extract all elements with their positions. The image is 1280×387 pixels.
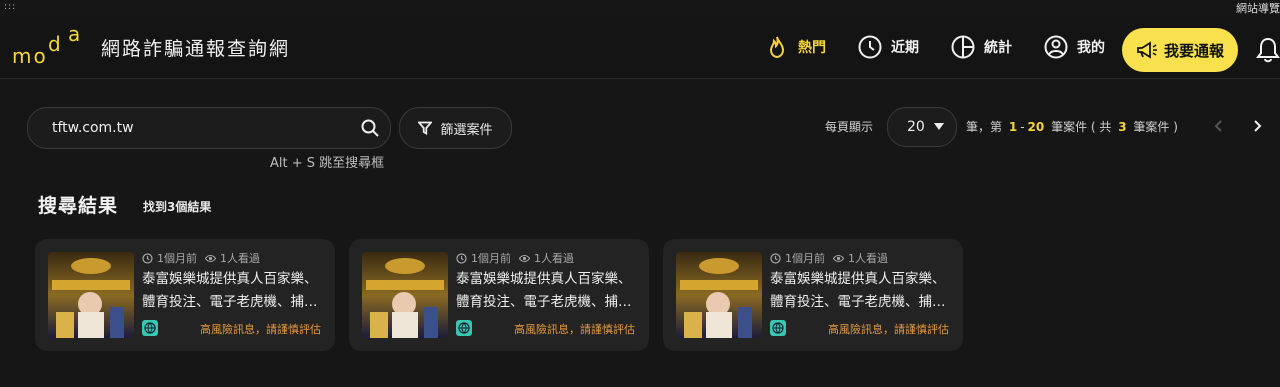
nav-mine-label: 我的	[1077, 40, 1105, 56]
card-views: 1人看過	[848, 252, 888, 265]
risk-warning: 高風險訊息，請謹慎評估	[514, 323, 635, 336]
result-range: 筆，第 1-20 筆案件 ( 共 3 筆案件 )	[966, 118, 1178, 135]
globe-icon	[142, 320, 158, 336]
search-icon[interactable]	[360, 118, 380, 138]
range-end: 20	[1027, 120, 1045, 134]
report-button-label: 我要通報	[1163, 41, 1224, 60]
nav-recent-label: 近期	[891, 40, 919, 56]
range-suffix: 筆案件 )	[1133, 120, 1178, 134]
globe-icon	[456, 320, 472, 336]
card-title[interactable]: 泰富娛樂城提供真人百家樂、體育投注、電子老虎機、捕…	[142, 268, 322, 314]
case-thumbnail	[676, 252, 762, 338]
range-mid: 筆案件 ( 共	[1051, 120, 1112, 134]
per-page-select[interactable]: 20	[887, 107, 957, 147]
range-total: 3	[1118, 120, 1127, 134]
result-card[interactable]: 1個月前 1人看過 泰富娛樂城提供真人百家樂、體育投注、電子老虎機、捕… 高風險…	[663, 239, 963, 351]
clock-icon	[858, 35, 882, 59]
bell-icon[interactable]	[1255, 36, 1280, 64]
filter-button-label: 篩選案件	[440, 122, 493, 138]
svg-text:a: a	[68, 25, 80, 46]
prev-page-icon[interactable]	[1212, 119, 1226, 133]
menu-dots-icon[interactable]: :::	[4, 2, 16, 12]
nav-stats[interactable]: 統計	[950, 28, 1012, 66]
moda-logo[interactable]: mo d a	[12, 25, 90, 71]
case-thumbnail	[362, 252, 448, 338]
caret-down-icon	[934, 123, 944, 130]
risk-warning: 高風險訊息，請謹慎評估	[200, 323, 321, 336]
range-start: 1	[1008, 120, 1018, 134]
card-title[interactable]: 泰富娛樂城提供真人百家樂、體育投注、電子老虎機、捕…	[770, 268, 950, 314]
search-input[interactable]	[50, 117, 354, 139]
nav-hot-label: 熱門	[798, 40, 826, 56]
megaphone-icon	[1137, 41, 1157, 59]
site-header: mo d a 網路詐騙通報查詢網 熱門 近期 統計 我的 我要通報	[0, 16, 1280, 79]
svg-text:d: d	[48, 32, 61, 56]
clock-icon	[456, 252, 467, 264]
per-page-label: 每頁顯示	[825, 120, 874, 134]
pie-chart-icon	[951, 35, 975, 59]
clock-icon	[770, 252, 781, 264]
nav-stats-label: 統計	[984, 40, 1012, 56]
results-title: 搜尋結果	[38, 195, 119, 217]
card-views: 1人看過	[534, 252, 574, 265]
next-page-icon[interactable]	[1250, 119, 1264, 133]
filter-icon	[418, 121, 433, 135]
range-dash: -	[1020, 120, 1025, 134]
case-thumbnail	[48, 252, 134, 338]
clock-icon	[142, 252, 153, 264]
results-count: 找到3個結果	[143, 200, 212, 214]
filter-button[interactable]: 篩選案件	[399, 107, 512, 149]
report-button[interactable]: 我要通報	[1122, 28, 1238, 72]
nav-mine[interactable]: 我的	[1043, 28, 1105, 66]
risk-warning: 高風險訊息，請謹慎評估	[828, 323, 949, 336]
card-time: 1個月前	[785, 252, 825, 265]
search-shortcut-hint: Alt + S 跳至搜尋框	[270, 156, 385, 171]
per-page-value: 20	[907, 119, 925, 135]
eye-icon	[519, 254, 530, 262]
result-card[interactable]: 1個月前 1人看過 泰富娛樂城提供真人百家樂、體育投注、電子老虎機、捕… 高風險…	[35, 239, 335, 351]
nav-hot[interactable]: 熱門	[764, 28, 826, 66]
card-time: 1個月前	[157, 252, 197, 265]
eye-icon	[833, 254, 844, 262]
card-meta: 1個月前 1人看過	[142, 250, 260, 266]
user-icon	[1044, 35, 1068, 59]
search-box	[27, 107, 391, 149]
nav-recent[interactable]: 近期	[857, 28, 919, 66]
eye-icon	[205, 254, 216, 262]
svg-text:mo: mo	[12, 44, 48, 68]
flame-icon	[769, 36, 785, 59]
card-time: 1個月前	[471, 252, 511, 265]
card-meta: 1個月前 1人看過	[770, 250, 888, 266]
site-guide-link[interactable]: 網站導覽	[1236, 0, 1280, 16]
globe-icon	[770, 320, 786, 336]
card-title[interactable]: 泰富娛樂城提供真人百家樂、體育投注、電子老虎機、捕…	[456, 268, 636, 314]
range-prefix: 筆，第	[966, 120, 1003, 134]
result-card[interactable]: 1個月前 1人看過 泰富娛樂城提供真人百家樂、體育投注、電子老虎機、捕… 高風險…	[349, 239, 649, 351]
card-meta: 1個月前 1人看過	[456, 250, 574, 266]
card-views: 1人看過	[220, 252, 260, 265]
site-title[interactable]: 網路詐騙通報查詢網	[101, 34, 290, 61]
top-strip: ::: 網站導覽	[0, 0, 1280, 16]
